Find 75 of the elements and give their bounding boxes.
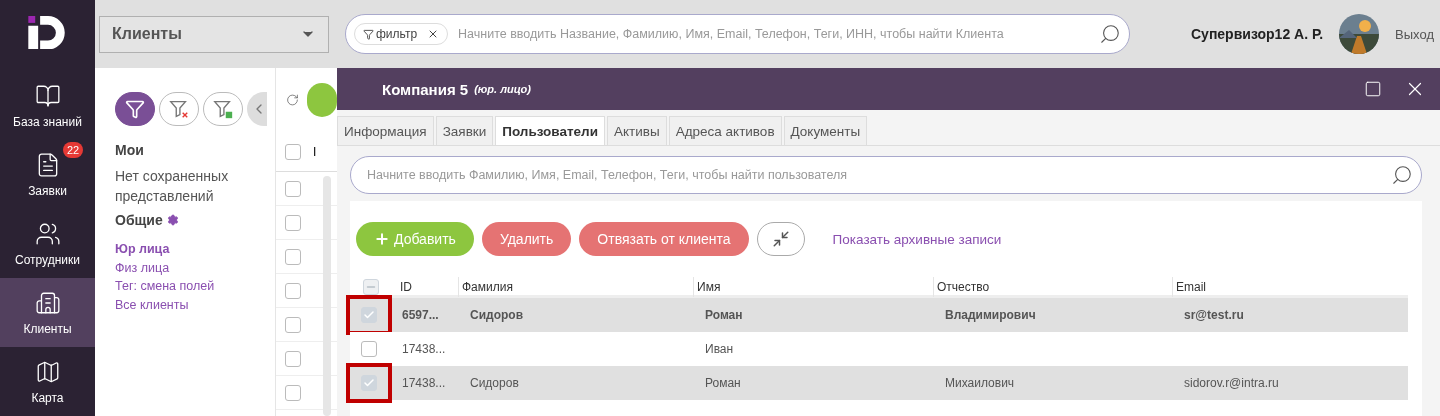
checkbox[interactable] — [285, 143, 301, 160]
tab[interactable]: Заявки — [435, 116, 494, 145]
settings-icon — [166, 214, 179, 226]
column-header: ID — [399, 279, 413, 296]
view-link[interactable]: Все клиенты — [115, 295, 189, 314]
checkbox[interactable] — [363, 279, 379, 295]
table-cell: Владимирович — [945, 308, 1036, 322]
section-title: Общие — [115, 212, 163, 228]
search-field[interactable]: фильтр Начните вводить Название, Фамилию, Имя, Email, Телефон, Теги, ИНН, чтобы найти Клиента — [345, 14, 1130, 54]
check-icon — [363, 309, 375, 321]
nav-item[interactable]: Карта — [0, 347, 95, 416]
checkbox[interactable] — [285, 316, 301, 333]
filter-save-icon — [212, 98, 234, 120]
filter-icon — [363, 28, 374, 40]
table-cell: sr@test.ru — [1184, 308, 1244, 322]
tab[interactable]: Активы — [607, 116, 667, 145]
add-button[interactable] — [307, 83, 337, 117]
filter-icon — [125, 99, 145, 119]
search-icon — [1391, 164, 1413, 186]
checkbox[interactable] — [285, 180, 301, 197]
collapse-button[interactable] — [756, 222, 805, 256]
checkbox[interactable] — [285, 350, 301, 367]
logout-link[interactable]: Выход — [1395, 26, 1434, 42]
archive-link[interactable]: Показать архивные записи — [832, 231, 1002, 247]
logo-icon — [27, 16, 68, 50]
checkbox[interactable] — [361, 341, 377, 357]
search-icon — [1099, 23, 1121, 45]
table-cell: Роман — [705, 376, 741, 390]
tab[interactable]: Пользователи — [495, 116, 605, 145]
checkbox[interactable] — [285, 282, 301, 299]
modal-subtitle: (юр. лицо) — [474, 83, 532, 95]
checkbox[interactable] — [361, 375, 377, 391]
notification-badge: 22 — [63, 142, 84, 159]
filter-button[interactable] — [115, 92, 155, 126]
plus-icon — [374, 231, 390, 247]
table-cell: 6597... — [402, 308, 439, 322]
collapse-arrows-icon — [771, 230, 790, 248]
nav-item[interactable]: База знаний — [0, 71, 95, 141]
column-header: Отчество — [933, 277, 1172, 297]
checkbox[interactable] — [285, 384, 301, 401]
checkbox[interactable] — [285, 248, 301, 265]
table-cell: Роман — [705, 308, 743, 322]
table-cell: 17438... — [402, 376, 446, 390]
table-cell: Иван — [705, 342, 734, 356]
nav-item[interactable]: Заявки 22 — [0, 140, 95, 210]
view-link[interactable]: Тег: смена полей — [115, 277, 215, 296]
maximize-icon[interactable] — [1364, 80, 1382, 98]
user-name: Супервизор12 А. Р. — [1191, 26, 1324, 42]
view-link[interactable]: Юр лица — [115, 240, 170, 259]
check-icon — [363, 377, 375, 389]
column-header: Фамилия — [458, 277, 693, 297]
modal-title: Компания 5 — [382, 80, 469, 98]
empty-text: Нет сохраненных представлений — [115, 167, 230, 206]
view-link[interactable]: Физ лица — [115, 258, 170, 277]
table-cell: sidorov.r@intra.ru — [1184, 376, 1279, 390]
save-filter-button[interactable] — [203, 92, 243, 126]
checkbox[interactable] — [361, 307, 377, 323]
filter-clear-icon — [168, 98, 190, 120]
table-cell: 17438... — [402, 342, 446, 356]
table-cell: Сидоров — [470, 376, 519, 390]
checkbox[interactable] — [285, 214, 301, 231]
column-header: Email — [1172, 277, 1408, 297]
nav-item[interactable]: Клиенты — [0, 278, 95, 348]
tab[interactable]: Информация — [337, 116, 434, 145]
nav-item[interactable]: Сотрудники — [0, 209, 95, 279]
tab[interactable]: Адреса активов — [668, 116, 782, 145]
table-cell: Сидоров — [470, 308, 524, 322]
column-header: I — [313, 144, 317, 159]
section-select[interactable]: Клиенты — [99, 15, 329, 53]
clear-filter-button[interactable] — [159, 92, 199, 126]
collapse-button[interactable] — [247, 92, 267, 126]
section-title: Мои — [115, 142, 145, 158]
column-header: Имя — [693, 277, 933, 297]
table-cell: Михаилович — [945, 376, 1015, 390]
tab[interactable]: Документы — [783, 116, 868, 145]
